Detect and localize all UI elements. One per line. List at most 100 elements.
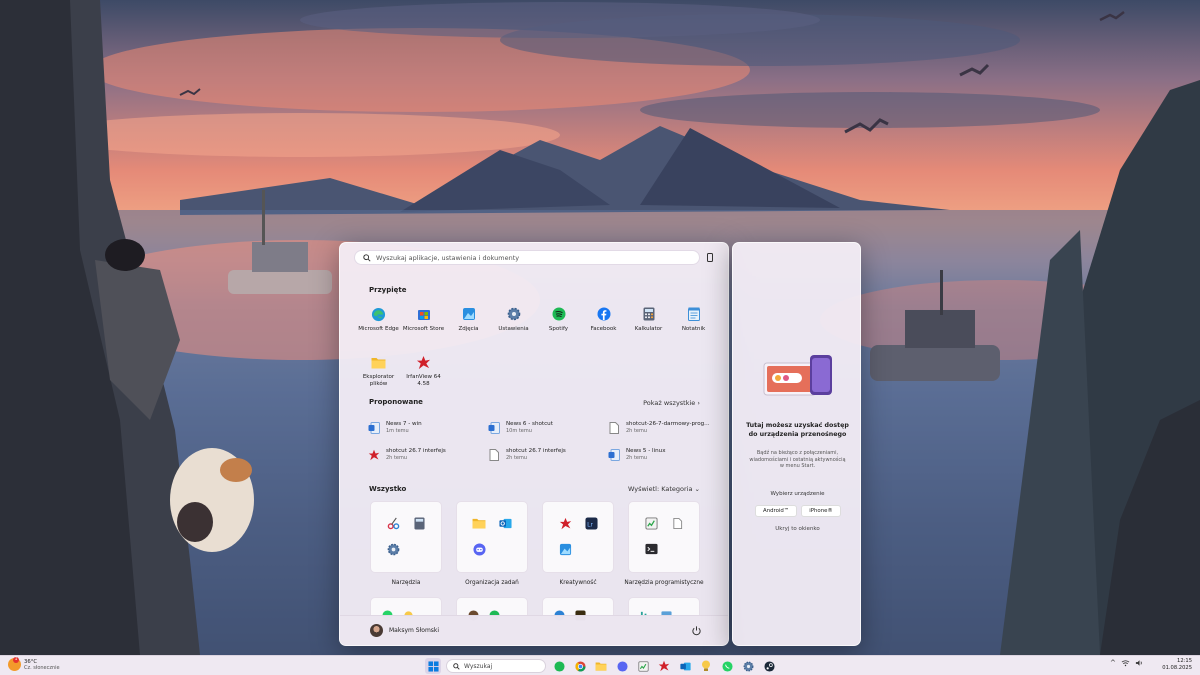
settings-icon — [743, 661, 753, 671]
category-kreatywnosc[interactable]: Lr Kreatywność — [542, 501, 614, 586]
recommended-item[interactable]: News 6 - shotcut 10m temu — [488, 420, 608, 439]
recommended-item[interactable]: shotcut 26.7 interfejs 2h temu — [368, 447, 488, 466]
pinned-title: Przypięte — [369, 286, 407, 294]
phone-panel-description: Bądź na bieżąco z połączeniami, wiadomoś… — [749, 450, 846, 469]
hide-panel-link[interactable]: Ukryj to okienko — [733, 526, 862, 532]
category-organizacja-zadan[interactable]: Organizacja zadań — [456, 501, 528, 586]
taskbar-clock[interactable]: 12:15 01.08.2025 — [1162, 658, 1192, 672]
outlook-icon — [679, 662, 691, 670]
irfanview-icon — [554, 512, 576, 534]
taskbar-tips[interactable] — [698, 658, 714, 674]
phone-link-panel: Tutaj możesz uzyskać dostęp do urządzeni… — [732, 242, 861, 646]
start-footer: Maksym Słomski — [340, 615, 728, 645]
phone-panel-title: Tutaj możesz uzyskać dostęp do urządzeni… — [746, 422, 849, 438]
pinned-ustawienia[interactable]: Ustawienia — [491, 306, 536, 344]
word-doc-icon — [368, 422, 380, 434]
chevron-up-icon[interactable]: ^ — [1110, 659, 1116, 667]
chevron-down-icon: ⌄ — [694, 485, 700, 493]
taskbar-irfanview[interactable] — [656, 658, 672, 674]
category-narzedzia-programistyczne[interactable]: Narzędzia programistyczne — [624, 501, 704, 586]
taskbar-chrome[interactable] — [572, 658, 588, 674]
windows-icon — [427, 660, 439, 672]
pinned-grid: Microsoft Edge Microsoft Store Zdjęcia U… — [356, 306, 716, 392]
photos-icon — [554, 538, 576, 560]
edge-icon — [371, 306, 387, 322]
chevron-right-icon: › — [697, 399, 700, 407]
file-icon — [609, 422, 619, 434]
wifi-icon[interactable] — [1121, 659, 1130, 667]
taskbar-editor[interactable] — [635, 658, 651, 674]
taskbar-outlook[interactable] — [677, 658, 693, 674]
taskbar-steam[interactable] — [761, 658, 777, 674]
taskbar-apps — [425, 658, 777, 674]
recommended-item[interactable]: News 7 - win 1m temu — [368, 420, 488, 439]
phone-link-illustration — [763, 355, 832, 396]
pinned-microsoft-edge[interactable]: Microsoft Edge — [356, 306, 401, 344]
taskbar-search[interactable] — [446, 659, 546, 673]
folder-icon — [468, 512, 490, 534]
recommended-list: News 7 - win 1m temu News 6 - shotcut 10m … — [368, 420, 710, 466]
category-grid: Narzędzia Organizacja zadań Lr Kreatywno… — [370, 501, 704, 586]
notification-badge: 1 — [13, 657, 19, 663]
recommended-item[interactable]: shotcut 26.7 interfejs 2h temu — [488, 447, 608, 466]
folder-icon — [595, 662, 607, 671]
notepad-icon — [686, 306, 702, 322]
start-button[interactable] — [425, 658, 441, 674]
system-tray: ^ — [1110, 659, 1144, 667]
taskbar-search-input[interactable] — [464, 662, 540, 670]
choose-device-label: Wybierz urządzenie — [770, 491, 825, 497]
pinned-spotify[interactable]: Spotify — [536, 306, 581, 344]
pinned-notatnik[interactable]: Notatnik — [671, 306, 716, 344]
recommended-item[interactable]: shotcut-26-7-darmowy-prog... 2h temu — [608, 420, 728, 439]
taskbar-settings[interactable] — [740, 658, 756, 674]
discord-icon — [616, 660, 628, 672]
recommended-title: Proponowane — [369, 398, 423, 406]
spotify-icon — [551, 306, 567, 322]
whatsapp-icon — [721, 660, 733, 672]
view-mode-dropdown[interactable]: Wyświetl: Kategoria ⌄ — [628, 485, 700, 493]
calculator-icon — [641, 306, 657, 322]
taskbar-spotify[interactable] — [551, 658, 567, 674]
start-menu: Przypięte Microsoft Edge Microsoft Store… — [339, 242, 729, 646]
irfanview-icon — [658, 660, 670, 672]
pinned-zdjecia[interactable]: Zdjęcia — [446, 306, 491, 344]
taskbar-file-explorer[interactable] — [593, 658, 609, 674]
taskbar: 1 36°C Cz. słonecznie ^ 12:15 01.08.2025 — [0, 655, 1200, 675]
lightroom-icon: Lr — [580, 512, 602, 534]
pinned-facebook[interactable]: Facebook — [581, 306, 626, 344]
phone-link-button[interactable] — [704, 251, 716, 264]
user-name[interactable]: Maksym Słomski — [389, 627, 439, 634]
file-icon — [666, 512, 688, 534]
category-narzedzia[interactable]: Narzędzia — [370, 501, 442, 586]
show-all-button[interactable]: Pokaż wszystkie › — [643, 399, 700, 407]
start-search-input[interactable] — [376, 253, 676, 262]
folder-icon — [371, 354, 387, 370]
settings-icon — [506, 306, 522, 322]
avatar[interactable] — [370, 624, 383, 637]
file-icon — [489, 449, 499, 461]
lightbulb-icon — [702, 660, 710, 671]
editor-icon — [640, 512, 662, 534]
store-icon — [416, 306, 432, 322]
taskbar-whatsapp[interactable] — [719, 658, 735, 674]
pinned-eksplorator-plikow[interactable]: Eksplorator plików — [356, 354, 401, 392]
outlook-icon — [494, 512, 516, 534]
clock-time: 12:15 — [1177, 658, 1192, 664]
snipping-icon — [382, 512, 404, 534]
iphone-button[interactable]: iPhone® — [801, 505, 841, 517]
weather-description: Cz. słonecznie — [24, 664, 60, 671]
weather-widget[interactable]: 1 36°C Cz. słonecznie — [8, 657, 60, 671]
power-icon[interactable] — [691, 625, 702, 636]
android-button[interactable]: Android™ — [755, 505, 798, 517]
pinned-irfanview[interactable]: IrfanView 64 4.58 — [401, 354, 446, 392]
pinned-kalkulator[interactable]: Kalkulator — [626, 306, 671, 344]
search-icon — [363, 253, 371, 262]
clock-date: 01.08.2025 — [1162, 665, 1192, 671]
facebook-icon — [596, 306, 612, 322]
recommended-item[interactable]: News 5 - linux 2h temu — [608, 447, 728, 466]
start-search-box[interactable] — [354, 250, 700, 265]
pinned-microsoft-store[interactable]: Microsoft Store — [401, 306, 446, 344]
word-doc-icon — [488, 422, 500, 434]
volume-icon[interactable] — [1135, 659, 1144, 667]
taskbar-discord[interactable] — [614, 658, 630, 674]
